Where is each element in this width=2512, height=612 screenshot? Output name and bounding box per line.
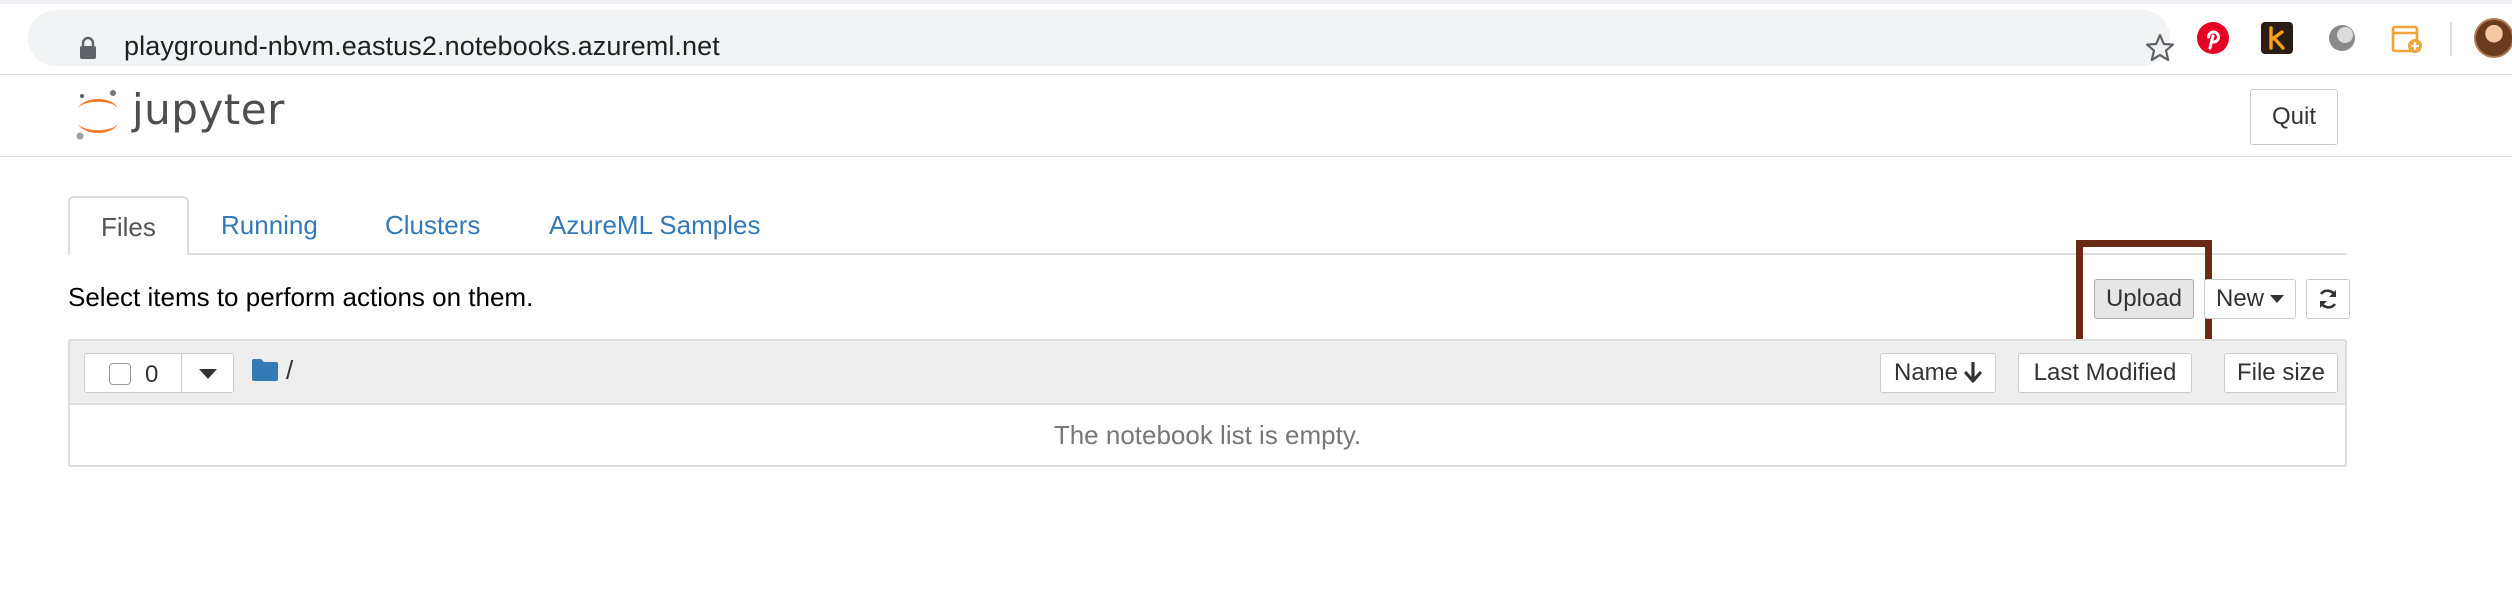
jupyter-header: jupyter Quit [0, 75, 2512, 157]
jupyter-logo-icon[interactable] [72, 86, 124, 144]
empty-list-message: The notebook list is empty. [1053, 420, 1362, 450]
new-button-label: New [2215, 285, 2264, 312]
lock-icon[interactable] [78, 36, 98, 60]
tab-files[interactable]: Files [68, 196, 189, 256]
sort-by-file-size-button[interactable]: File size [2224, 353, 2338, 393]
folder-icon[interactable] [252, 359, 278, 381]
notebook-list: 0 / Name Last Modified File size The not… [68, 339, 2347, 467]
sort-by-last-modified-button[interactable]: Last Modified [2018, 353, 2192, 393]
toolbar-divider [2450, 22, 2452, 56]
quit-button[interactable]: Quit [2250, 89, 2338, 145]
select-all-group[interactable]: 0 [84, 353, 234, 393]
select-group-divider [181, 354, 182, 392]
tab-running[interactable]: Running [190, 196, 349, 254]
tab-clusters[interactable]: Clusters [354, 196, 511, 254]
name-column-label: Name [1893, 359, 1959, 386]
circle-extension-icon[interactable] [2325, 21, 2359, 55]
file-size-column-label: File size [2236, 359, 2326, 386]
k-extension-icon[interactable] [2260, 21, 2294, 55]
browser-chrome: playground-nbvm.eastus2.notebooks.azurem… [0, 0, 2512, 75]
breadcrumb-root[interactable]: / [286, 355, 293, 386]
arrow-down-icon [1964, 362, 1982, 383]
sort-by-name-button[interactable]: Name [1880, 353, 1996, 393]
url-text[interactable]: playground-nbvm.eastus2.notebooks.azurem… [124, 31, 720, 62]
select-menu-caret-icon[interactable] [199, 369, 217, 379]
selection-hint: Select items to perform actions on them. [68, 282, 534, 312]
refresh-icon [2319, 289, 2337, 309]
tab-strip-edge [0, 0, 2512, 4]
selected-count: 0 [145, 361, 159, 388]
caret-down-icon [2270, 295, 2284, 303]
jupyter-logo-text[interactable]: jupyter [132, 85, 285, 134]
upload-button-label: Upload [2105, 285, 2183, 312]
last-modified-column-label: Last Modified [2033, 359, 2177, 386]
notebook-list-header: 0 / Name Last Modified File size [70, 341, 2345, 405]
pinterest-icon[interactable] [2196, 21, 2230, 55]
refresh-button[interactable] [2306, 279, 2350, 319]
new-dropdown-button[interactable]: New [2204, 279, 2296, 319]
profile-avatar[interactable] [2474, 18, 2512, 58]
upload-button[interactable]: Upload [2094, 279, 2194, 319]
select-all-checkbox[interactable] [109, 363, 131, 385]
calendar-extension-icon[interactable] [2390, 21, 2424, 55]
address-bar[interactable]: playground-nbvm.eastus2.notebooks.azurem… [28, 10, 2175, 66]
tab-azureml-samples[interactable]: AzureML Samples [518, 196, 791, 254]
star-icon[interactable] [2144, 32, 2176, 64]
